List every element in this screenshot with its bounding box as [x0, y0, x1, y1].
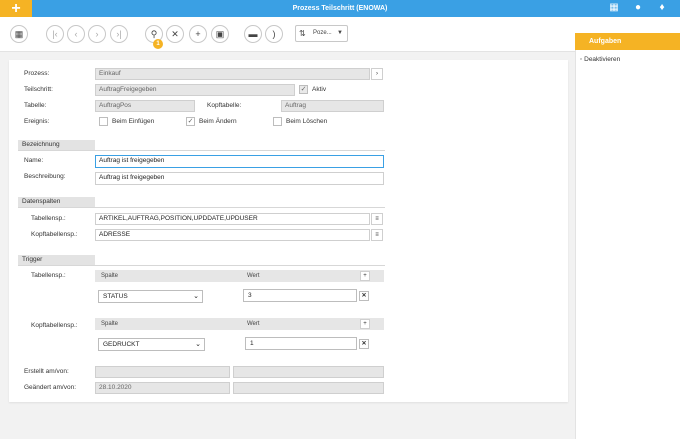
save-icon[interactable]: ▣ — [211, 25, 229, 43]
user-icon[interactable]: ● — [632, 2, 644, 14]
geaendert-am-field: 28.10.2020 — [95, 382, 230, 394]
window-title: Prozess Teilschritt (ENOWA) — [292, 5, 388, 12]
trigger-grid-header: Spalte Wert — [95, 270, 384, 282]
trigger-kopf-spalte-select[interactable]: GEDRUCKT ⌄ — [98, 338, 205, 351]
beschreibung-label: Beschreibung: — [24, 173, 66, 180]
datenspalten-kopftabellensp-input[interactable]: ADRESSE — [95, 229, 370, 241]
prozess-label: Prozess: — [24, 70, 50, 77]
erstellt-von-field — [233, 366, 384, 378]
kopftabelle-label: Kopftabelle: — [207, 102, 242, 109]
chevron-down-icon: ⌄ — [193, 293, 199, 300]
name-input[interactable]: Auftrag ist freigegeben — [95, 155, 384, 168]
lightbulb-icon[interactable]: ♦ — [656, 2, 668, 14]
title-bar: + Prozess Teilschritt (ENOWA) ▦ ● ♦ — [0, 0, 680, 17]
datenspalten-tabellensp-input[interactable]: ARTIKEL,AUFTRAG,POSITION,UPDDATE,UPDUSER — [95, 213, 370, 225]
trigger-kopf-wert-value: 1 — [250, 340, 254, 347]
trigger-kopftabellensp-label: Kopftabellensp.: — [31, 322, 78, 329]
prozess-field[interactable]: Einkauf — [95, 68, 370, 80]
beschreibung-input[interactable]: Auftrag ist freigegeben — [95, 172, 384, 185]
aufgaben-pane — [575, 50, 680, 439]
remove-row-icon[interactable]: ✕ — [359, 339, 369, 349]
section-bezeichnung: Bezeichnung — [18, 140, 95, 150]
next-record-icon[interactable]: › — [88, 25, 106, 43]
divider — [18, 150, 385, 151]
trigger-tabellensp-label: Tabellensp.: — [31, 272, 66, 279]
first-record-icon[interactable]: |‹ — [46, 25, 64, 43]
ereignis-label: Ereignis: — [24, 118, 50, 125]
aktiv-checkbox[interactable]: ✓ — [299, 85, 308, 94]
trigger-spalte-select[interactable]: STATUS ⌄ — [98, 290, 203, 303]
beim-aendern-checkbox[interactable]: ✓ — [186, 117, 195, 126]
chevron-down-icon: ⌄ — [195, 341, 201, 348]
aufgaben-item-deaktivieren[interactable]: ◦ Deaktivieren — [580, 56, 620, 63]
trigger-spalte-value: STATUS — [103, 293, 128, 300]
teilschritt-field[interactable]: AuftragFreigegeben — [95, 84, 295, 96]
erstellt-am-field — [95, 366, 230, 378]
kopftabelle-field[interactable]: Auftrag — [281, 100, 384, 112]
section-trigger: Trigger — [18, 255, 95, 265]
remove-row-icon[interactable]: ✕ — [359, 291, 369, 301]
beim-aendern-label: Beim Ändern — [199, 118, 237, 125]
section-datenspalten: Datenspalten — [18, 197, 95, 207]
geaendert-von-field — [233, 382, 384, 394]
erstellt-label: Erstellt am/von: — [24, 368, 69, 375]
add-row-button[interactable]: + — [360, 319, 370, 329]
column-wert: Wert — [247, 273, 260, 279]
trigger-kopf-grid-header: Spalte Wert — [95, 318, 384, 330]
column-spalte: Spalte — [101, 273, 119, 279]
list-icon[interactable]: ≡ — [371, 213, 383, 225]
app-window: + Prozess Teilschritt (ENOWA) ▦ ● ♦ ▦ |‹… — [0, 0, 680, 439]
column-wert: Wert — [247, 321, 260, 327]
geaendert-label: Geändert am/von: — [24, 384, 77, 391]
sort-icon: ⇅ — [299, 29, 306, 38]
search-count-badge: 1 — [153, 39, 163, 49]
previous-record-icon[interactable]: ‹ — [67, 25, 85, 43]
name-label: Name: — [24, 157, 44, 164]
datenspalten-tabellensp-label: Tabellensp.: — [31, 215, 66, 222]
trigger-wert-input[interactable]: 3 — [243, 289, 357, 302]
beim-einfuegen-checkbox[interactable] — [99, 117, 108, 126]
datenspalten-kopftabellensp-label: Kopftabellensp.: — [31, 231, 78, 238]
divider — [18, 265, 385, 266]
tabelle-field[interactable]: AuftragPos — [95, 100, 195, 112]
trigger-wert-value: 3 — [248, 292, 252, 299]
teilschritt-label: Teilschritt: — [24, 86, 53, 93]
sort-select-button[interactable]: ⇅ Poze... ▼ — [295, 25, 348, 42]
grid-view-icon[interactable]: ▦ — [10, 25, 28, 43]
list-icon[interactable]: ≡ — [371, 229, 383, 241]
divider — [18, 207, 385, 208]
add-icon[interactable]: + — [189, 25, 207, 43]
tabelle-label: Tabelle: — [24, 102, 47, 109]
trigger-kopf-wert-input[interactable]: 1 — [245, 337, 357, 350]
toolbar — [0, 17, 575, 52]
cancel-icon[interactable]: ✕ — [166, 25, 184, 43]
beim-loeschen-label: Beim Löschen — [286, 118, 328, 125]
chevron-right-icon[interactable]: › — [371, 68, 383, 80]
chevron-down-icon: ▼ — [337, 30, 343, 36]
aufgaben-header: Aufgaben — [575, 33, 680, 50]
aktiv-label: Aktiv — [312, 86, 327, 93]
delete-icon[interactable]: ▬ — [244, 25, 262, 43]
last-record-icon[interactable]: ›| — [110, 25, 128, 43]
trigger-kopf-spalte-value: GEDRUCKT — [103, 341, 140, 348]
rss-icon[interactable]: ) — [265, 25, 283, 43]
column-spalte: Spalte — [101, 321, 119, 327]
calendar-search-icon[interactable]: ▦ — [608, 2, 620, 14]
aufgaben-item-label: Deaktivieren — [584, 56, 621, 63]
beim-einfuegen-label: Beim Einfügen — [112, 118, 155, 125]
sort-select-label: Poze... — [313, 30, 332, 36]
beim-loeschen-checkbox[interactable] — [273, 117, 282, 126]
add-row-button[interactable]: + — [360, 271, 370, 281]
